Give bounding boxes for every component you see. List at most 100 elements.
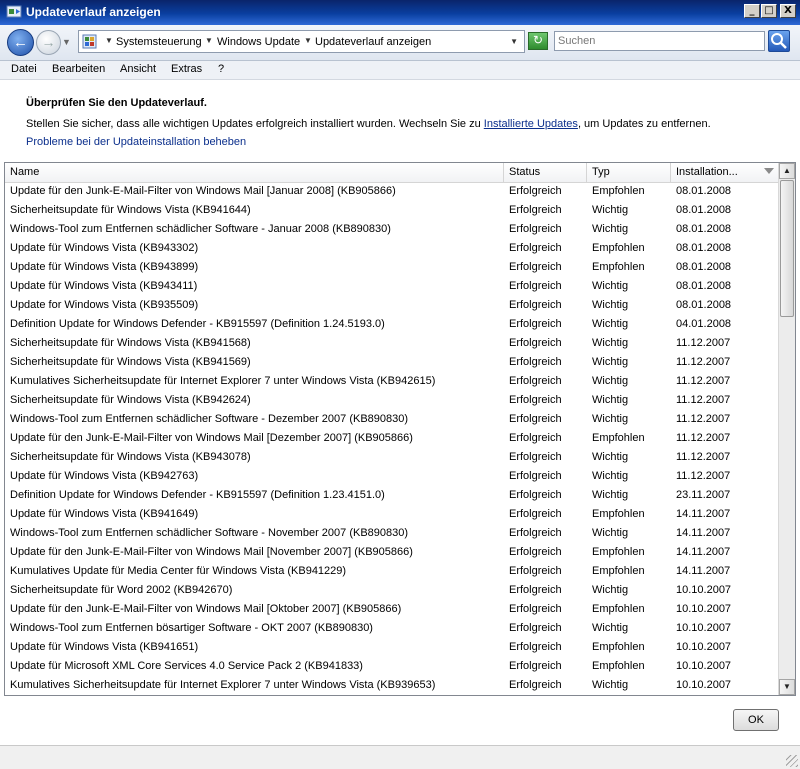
cell-installation-date: 14.11.2007 — [676, 546, 731, 558]
refresh-icon[interactable]: ↻ — [528, 32, 548, 50]
title-bar[interactable]: Updateverlauf anzeigen _ □ X — [0, 0, 800, 25]
back-arrow-icon[interactable]: ← — [7, 29, 34, 56]
table-row[interactable]: Update für Windows Vista (KB941649) Erfol… — [5, 505, 780, 524]
cell-installation-date: 08.01.2008 — [676, 280, 732, 292]
table-row[interactable]: Update für den Junk-E-Mail-Filter von Wi… — [5, 543, 780, 562]
cell-installation-date: 11.12.2007 — [676, 356, 731, 368]
cell-name: Definition Update for Windows Defender -… — [10, 489, 385, 501]
menu-help[interactable]: ? — [218, 63, 224, 75]
table-row[interactable]: Sicherheitsupdate für Word 2002 (KB94267… — [5, 581, 780, 600]
cell-name: Update für Microsoft XML Core Services 4… — [10, 660, 363, 672]
table-row[interactable]: Definition Update for Windows Defender -… — [5, 486, 780, 505]
table-row[interactable]: Sicherheitsupdate für Windows Vista (KB9… — [5, 353, 780, 372]
table-row[interactable]: Windows-Tool zum Entfernen schädlicher S… — [5, 524, 780, 543]
installed-updates-link[interactable]: Installierte Updates — [484, 118, 578, 130]
column-header-installation-date[interactable]: Installation... — [671, 163, 780, 182]
table-row[interactable]: Update für Windows Vista (KB942763) Erfol… — [5, 467, 780, 486]
breadcrumb[interactable]: ▼ Systemsteuerung ▼ Windows Update ▼ Upd… — [78, 30, 525, 53]
breadcrumb-chevron-icon[interactable]: ▼ — [304, 36, 312, 45]
column-header-type[interactable]: Typ — [587, 163, 671, 182]
cell-name: Update für den Junk-E-Mail-Filter von Wi… — [10, 603, 402, 615]
table-row[interactable]: Kumulatives Sicherheitsupdate für Intern… — [5, 676, 780, 695]
cell-type: Empfohlen — [592, 432, 645, 444]
breadcrumb-item-windows-update[interactable]: Windows Update — [217, 36, 300, 48]
forward-arrow-icon[interactable]: → — [36, 30, 61, 55]
breadcrumb-chevron-icon[interactable]: ▼ — [205, 36, 213, 45]
table-row[interactable]: Kumulatives Update für Media Center für … — [5, 562, 780, 581]
cell-type: Wichtig — [592, 584, 629, 596]
cell-installation-date: 10.10.2007 — [676, 603, 732, 615]
cell-status: Erfolgreich — [509, 375, 562, 387]
table-row[interactable]: Sicherheitsupdate für Windows Vista (KB9… — [5, 201, 780, 220]
table-row[interactable]: Update für Microsoft XML Core Services 4… — [5, 657, 780, 676]
breadcrumb-item-update-history[interactable]: Updateverlauf anzeigen — [315, 36, 431, 48]
table-row[interactable]: Kumulatives Sicherheitsupdate für Intern… — [5, 372, 780, 391]
cell-installation-date: 10.10.2007 — [676, 584, 732, 596]
table-row[interactable]: Update für den Junk-E-Mail-Filter von Wi… — [5, 429, 780, 448]
close-button[interactable]: X — [780, 4, 796, 18]
table-row[interactable]: Update für Windows Vista (KB943302) Erfol… — [5, 239, 780, 258]
table-row[interactable]: Sicherheitsupdate für Windows Vista (KB9… — [5, 391, 780, 410]
table-row[interactable]: Update für den Junk-E-Mail-Filter von Wi… — [5, 600, 780, 619]
cell-installation-date: 08.01.2008 — [676, 185, 732, 197]
vertical-scrollbar[interactable]: ▲ ▼ — [778, 163, 795, 695]
search-input[interactable]: Suchen — [554, 31, 765, 51]
table-row[interactable]: Definition Update for Windows Defender -… — [5, 315, 780, 334]
scroll-up-icon[interactable]: ▲ — [779, 163, 795, 179]
description-text: Stellen Sie sicher, dass alle wichtigen … — [26, 118, 484, 130]
column-header-status[interactable]: Status — [504, 163, 587, 182]
column-header-name[interactable]: Name — [5, 163, 504, 182]
menu-edit[interactable]: Bearbeiten — [52, 63, 105, 75]
scroll-thumb[interactable] — [780, 180, 794, 317]
cell-name: Kumulatives Sicherheitsupdate für Intern… — [10, 375, 436, 387]
cell-name: Update für Windows Vista (KB941649) — [10, 508, 199, 520]
control-panel-icon — [82, 34, 97, 49]
troubleshoot-link[interactable]: Probleme bei der Updateinstallation behe… — [26, 136, 246, 148]
cell-installation-date: 11.12.2007 — [676, 470, 731, 482]
menu-view[interactable]: Ansicht — [120, 63, 156, 75]
table-row[interactable]: Sicherheitsupdate für Windows Vista (KB9… — [5, 334, 780, 353]
minimize-button[interactable]: _ — [744, 4, 760, 18]
table-row[interactable]: Update für Windows Vista (KB941651) Erfol… — [5, 638, 780, 657]
maximize-button[interactable]: □ — [761, 4, 777, 18]
cell-type: Empfohlen — [592, 641, 645, 653]
update-history-list[interactable]: Name Status Typ Installation... Update f… — [4, 162, 796, 696]
table-row[interactable]: Update für Windows Vista (KB943899) Erfol… — [5, 258, 780, 277]
cell-name: Update für den Junk-E-Mail-Filter von Wi… — [10, 185, 396, 197]
cell-status: Erfolgreich — [509, 413, 562, 425]
cell-status: Erfolgreich — [509, 299, 562, 311]
ok-button[interactable]: OK — [733, 709, 779, 731]
table-row[interactable]: Update für den Junk-E-Mail-Filter von Wi… — [5, 182, 780, 201]
scroll-down-icon[interactable]: ▼ — [779, 679, 795, 695]
address-dropdown-icon[interactable]: ▼ — [510, 37, 518, 46]
page-description: Stellen Sie sicher, dass alle wichtigen … — [26, 118, 711, 130]
table-row[interactable]: Windows-Tool zum Entfernen schädlicher S… — [5, 220, 780, 239]
breadcrumb-chevron-icon[interactable]: ▼ — [105, 36, 113, 45]
table-row[interactable]: Update für Windows Vista (KB943411) Erfol… — [5, 277, 780, 296]
cell-type: Wichtig — [592, 413, 629, 425]
menu-file[interactable]: Datei — [11, 63, 37, 75]
table-row[interactable]: Update for Windows Vista (KB935509) Erfol… — [5, 296, 780, 315]
cell-type: Empfohlen — [592, 242, 645, 254]
cell-installation-date: 23.11.2007 — [676, 489, 731, 501]
cell-name: Kumulatives Sicherheitsupdate für Intern… — [10, 679, 436, 691]
table-row[interactable]: Windows-Tool zum Entfernen bösartiger So… — [5, 619, 780, 638]
cell-type: Wichtig — [592, 679, 629, 691]
cell-name: Update für den Junk-E-Mail-Filter von Wi… — [10, 546, 413, 558]
table-row[interactable]: Windows-Tool zum Entfernen schädlicher S… — [5, 410, 780, 429]
windows-update-icon — [6, 5, 22, 18]
search-button[interactable] — [768, 30, 790, 52]
cell-type: Empfohlen — [592, 565, 645, 577]
cell-name: Update für Windows Vista (KB943411) — [10, 280, 198, 292]
table-row[interactable]: Sicherheitsupdate für Windows Vista (KB9… — [5, 448, 780, 467]
cell-type: Wichtig — [592, 622, 629, 634]
menu-tools[interactable]: Extras — [171, 63, 202, 75]
breadcrumb-item-control-panel[interactable]: Systemsteuerung — [116, 36, 202, 48]
cell-name: Sicherheitsupdate für Word 2002 (KB94267… — [10, 584, 233, 596]
search-icon — [771, 33, 787, 49]
cell-installation-date: 14.11.2007 — [676, 508, 731, 520]
cell-name: Update für Windows Vista (KB943899) — [10, 261, 199, 273]
cell-status: Erfolgreich — [509, 603, 562, 615]
resize-grip-icon[interactable] — [786, 755, 798, 767]
recent-pages-dropdown[interactable]: ▼ — [62, 37, 71, 47]
